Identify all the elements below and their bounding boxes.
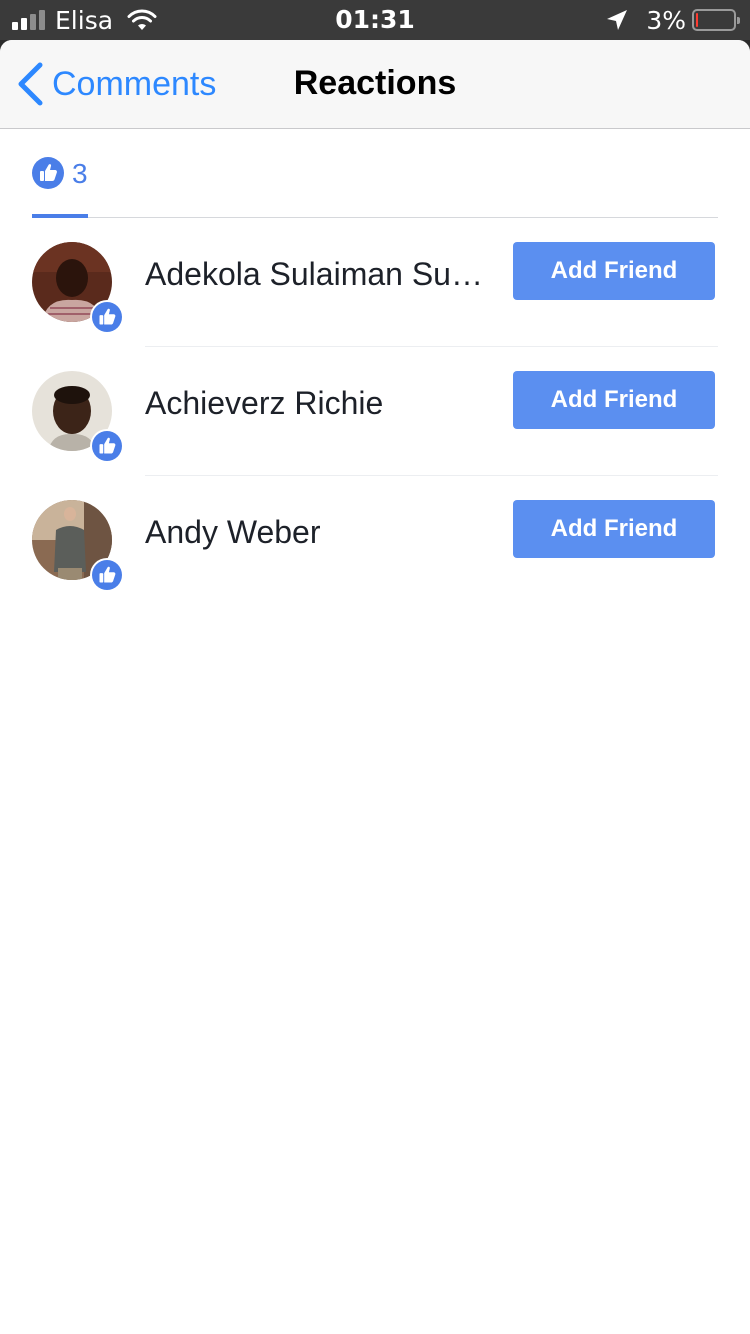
avatar-with-badge[interactable] bbox=[32, 500, 124, 592]
tab-like[interactable]: 3 bbox=[32, 157, 88, 217]
like-icon bbox=[92, 431, 122, 461]
reactor-name[interactable]: Adekola Sulaiman Sulaimon bbox=[145, 256, 485, 293]
avatar-with-badge[interactable] bbox=[32, 242, 124, 334]
like-icon bbox=[92, 302, 122, 332]
battery-level bbox=[696, 13, 698, 27]
status-bar: Elisa 01:31 3% bbox=[0, 0, 750, 40]
add-friend-button[interactable]: Add Friend bbox=[513, 371, 715, 429]
like-badge bbox=[90, 429, 124, 463]
battery-percent: 3% bbox=[646, 5, 686, 35]
battery-icon bbox=[692, 9, 740, 31]
reactor-name[interactable]: Andy Weber bbox=[145, 514, 485, 551]
add-friend-button[interactable]: Add Friend bbox=[513, 500, 715, 558]
list-item[interactable]: Adekola Sulaiman Sulaimon Add Friend bbox=[0, 218, 750, 347]
reaction-tabs: 3 bbox=[32, 129, 718, 218]
location-arrow-icon bbox=[607, 10, 628, 30]
reactor-name[interactable]: Achieverz Richie bbox=[145, 385, 485, 422]
like-count: 3 bbox=[72, 158, 88, 189]
reactions-sheet: Comments Reactions 3 Adekola Sulaiman Su… bbox=[0, 40, 750, 1334]
like-icon bbox=[32, 157, 64, 189]
page-title: Reactions bbox=[293, 64, 457, 102]
navigation-bar: Comments Reactions bbox=[0, 40, 750, 129]
list-item[interactable]: Achieverz Richie Add Friend bbox=[0, 347, 750, 476]
like-icon bbox=[92, 560, 122, 590]
avatar-with-badge[interactable] bbox=[32, 371, 124, 463]
like-badge bbox=[90, 300, 124, 334]
like-badge bbox=[90, 558, 124, 592]
list-item[interactable]: Andy Weber Add Friend bbox=[0, 476, 750, 605]
status-bar-right: 3% bbox=[606, 5, 740, 35]
add-friend-button[interactable]: Add Friend bbox=[513, 242, 715, 300]
reactors-list: Adekola Sulaiman Sulaimon Add Friend bbox=[0, 218, 750, 605]
